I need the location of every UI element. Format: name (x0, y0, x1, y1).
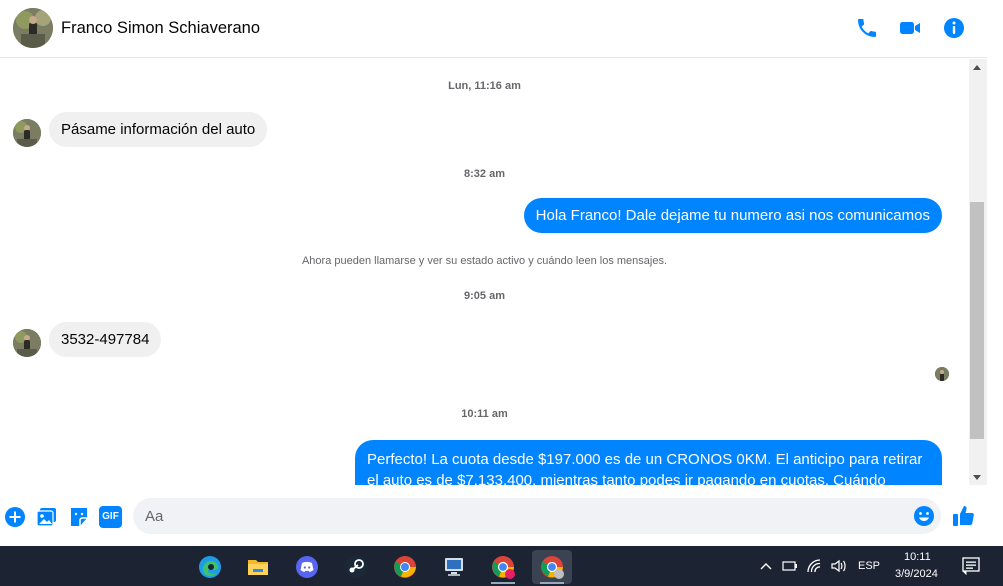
network-app-icon[interactable] (434, 550, 474, 584)
file-explorer-icon[interactable] (238, 550, 278, 584)
message-bubble-outgoing[interactable]: Hola Franco! Dale dejame tu numero asi n… (523, 198, 942, 233)
sender-avatar[interactable] (13, 329, 41, 357)
chrome-icon[interactable] (385, 550, 425, 584)
phone-icon[interactable] (855, 16, 879, 40)
video-camera-icon[interactable] (898, 16, 922, 40)
timestamp: 8:32 am (464, 168, 505, 180)
battery-plug-icon[interactable] (782, 559, 798, 573)
message-list[interactable]: Lun, 11:16 am Pásame información del aut… (0, 59, 969, 485)
steam-icon[interactable] (336, 550, 376, 584)
message-bubble-outgoing[interactable]: Perfecto! La cuota desde $197.000 es de … (355, 440, 942, 485)
chat-scrollbar[interactable] (969, 59, 987, 485)
messenger-window: Franco Simon Schiaverano Lun, 11:16 am P… (0, 0, 1003, 586)
volume-icon[interactable] (830, 558, 848, 574)
sender-avatar[interactable] (13, 119, 41, 147)
chrome-profile-icon[interactable] (483, 550, 523, 584)
notifications-icon[interactable] (962, 557, 980, 575)
running-indicator (491, 582, 515, 584)
conversation-header: Franco Simon Schiaverano (0, 0, 987, 58)
emoji-icon[interactable] (913, 505, 935, 527)
message-input-wrapper (133, 498, 941, 534)
system-notice: Ahora pueden llamarse y ver su estado ac… (301, 255, 668, 267)
timestamp: 10:11 am (461, 408, 508, 420)
like-icon[interactable] (952, 504, 976, 528)
message-bubble-incoming[interactable]: 3532-497784 (49, 322, 162, 357)
scroll-down-arrow-icon[interactable] (973, 475, 981, 480)
gif-icon[interactable]: GIF (99, 506, 122, 528)
plus-icon[interactable] (4, 506, 26, 528)
clock-time[interactable]: 10:11 (904, 551, 931, 563)
running-indicator (540, 582, 564, 584)
message-composer: GIF (0, 486, 987, 546)
language-indicator[interactable]: ESP (858, 560, 880, 572)
timestamp: 9:05 am (464, 290, 505, 302)
read-receipt-avatar (935, 367, 949, 381)
contact-name[interactable]: Franco Simon Schiaverano (61, 19, 260, 38)
discord-icon[interactable] (287, 550, 327, 584)
scroll-up-arrow-icon[interactable] (973, 65, 981, 70)
info-icon[interactable] (942, 16, 966, 40)
sticker-icon[interactable] (68, 506, 90, 528)
wifi-icon[interactable] (806, 558, 822, 574)
edge-icon[interactable] (190, 550, 230, 584)
clock-date[interactable]: 3/9/2024 (895, 568, 938, 580)
image-icon[interactable] (36, 506, 58, 528)
contact-avatar[interactable] (13, 8, 53, 48)
message-bubble-incoming[interactable]: Pásame información del auto (49, 112, 268, 147)
scroll-thumb[interactable] (970, 202, 984, 439)
message-input[interactable] (145, 498, 905, 534)
timestamp: Lun, 11:16 am (448, 80, 521, 92)
chevron-up-icon[interactable] (760, 561, 772, 571)
chrome-profile-active-icon[interactable] (532, 550, 572, 584)
windows-taskbar: ESP 10:11 3/9/2024 (0, 546, 1003, 586)
